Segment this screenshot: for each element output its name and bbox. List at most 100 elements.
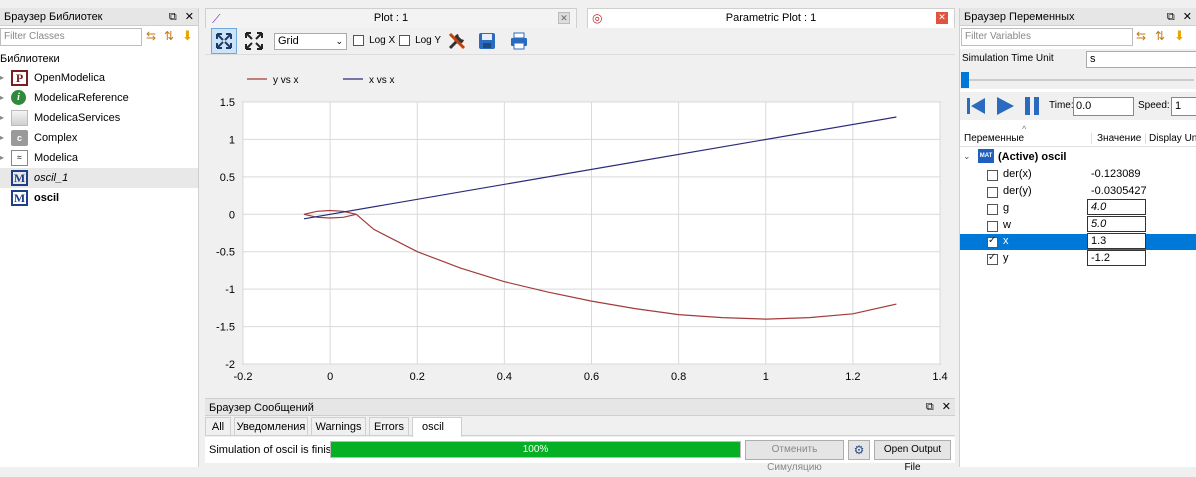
collapse-all-icon[interactable]: ⇆ (146, 29, 156, 43)
float-icon[interactable]: ⧉ (926, 401, 934, 413)
model-m-icon: M (11, 170, 28, 186)
tab-parametric-plot-1[interactable]: ◎ Parametric Plot : 1 ✕ (587, 8, 955, 28)
simulation-settings-button[interactable]: ⚙ (848, 440, 870, 460)
save-button[interactable] (474, 28, 500, 54)
column-display-unit[interactable]: Display Unit (1145, 133, 1196, 144)
close-icon[interactable]: ✕ (1183, 11, 1192, 23)
expand-arrow-icon[interactable]: ▸ (0, 88, 4, 108)
grid-select[interactable]: Grid ⌄ (274, 33, 347, 50)
expand-all-icon[interactable]: ⇅ (1155, 29, 1165, 43)
logy-checkbox[interactable]: Log Y (399, 34, 441, 46)
variable-checkbox[interactable] (987, 186, 998, 198)
variable-checkbox[interactable] (987, 203, 998, 215)
expand-arrow-icon[interactable]: ▸ (0, 148, 4, 168)
print-button[interactable] (506, 28, 532, 54)
collapse-arrow-icon[interactable]: ⌄ (963, 151, 971, 162)
column-value[interactable]: Значение (1091, 133, 1141, 144)
filter-variables-input[interactable]: Filter Variables (961, 28, 1133, 46)
logy-checkbox-box[interactable] (399, 34, 410, 46)
rewind-icon[interactable] (965, 95, 987, 117)
open-output-file-button[interactable]: Open Output File (874, 440, 951, 473)
variables-root-row[interactable]: ⌄ MAT (Active) oscil (960, 148, 1196, 166)
cancel-simulation-button[interactable]: Отменить Симуляцию (745, 440, 844, 473)
slider-track (964, 79, 1194, 81)
plot-tabbar: ⟋ Plot : 1 ✕ ◎ Parametric Plot : 1 ✕ (205, 8, 955, 28)
tab-label: Parametric Plot : 1 (725, 12, 817, 24)
tree-item-modelica[interactable]: ▸ ≈ Modelica (0, 148, 198, 168)
expand-arrow-icon[interactable]: ▸ (0, 128, 4, 148)
simulation-output-row: Simulation of oscil is finished. 100% От… (205, 437, 955, 473)
tab-close-icon[interactable]: ✕ (936, 12, 948, 24)
tab-all[interactable]: All (205, 417, 231, 436)
column-variables[interactable]: Переменные (964, 133, 1024, 144)
tab-warnings[interactable]: Warnings (311, 417, 366, 436)
float-icon[interactable]: ⧉ (169, 11, 177, 23)
y-tick-label: -1.5 (216, 322, 235, 334)
x-tick-label: 1.2 (845, 371, 860, 383)
grid-select-value: Grid (278, 35, 299, 47)
close-icon[interactable]: ✕ (185, 11, 194, 23)
root-label: (Active) oscil (998, 151, 1067, 163)
float-icon[interactable]: ⧉ (1167, 11, 1175, 23)
y-tick-label: 1 (229, 134, 235, 146)
zoom-icon (245, 32, 263, 50)
pause-icon[interactable] (1022, 95, 1044, 117)
logx-checkbox[interactable]: Log X (353, 34, 395, 46)
variable-name: x (1003, 235, 1009, 247)
tree-item-openmodelica[interactable]: ▸ P OpenModelica (0, 68, 198, 88)
tab-plot-1[interactable]: ⟋ Plot : 1 ✕ (205, 8, 577, 28)
tab-notifications[interactable]: Уведомления (234, 417, 308, 436)
variable-checkbox[interactable] (987, 235, 998, 248)
fit-in-view-button[interactable] (211, 28, 237, 54)
variable-row[interactable]: y (960, 250, 1196, 267)
value-input-x[interactable]: 1.3 (1087, 233, 1146, 249)
variables-browser-titlebar: Браузер Переменных ⧉ ✕ (960, 8, 1196, 26)
expand-all-icon[interactable]: ⇅ (164, 29, 174, 43)
time-slider[interactable] (960, 71, 1196, 89)
variable-row-selected[interactable]: x (960, 234, 1196, 250)
variable-checkbox[interactable] (987, 252, 998, 265)
plot-toolbar: Grid ⌄ Log X Log Y (205, 28, 955, 55)
tree-item-oscil-1[interactable]: M oscil_1 (0, 168, 198, 188)
setup-button[interactable] (444, 28, 470, 54)
filter-classes-input[interactable]: Filter Classes (0, 28, 142, 46)
collapse-all-icon[interactable]: ⇆ (1136, 29, 1146, 43)
tab-errors[interactable]: Errors (369, 417, 409, 436)
value-input-y[interactable]: -1.2 (1087, 250, 1146, 266)
variable-checkbox[interactable] (987, 220, 998, 232)
variable-row[interactable]: der(x) -0.123089 (960, 166, 1196, 183)
close-icon[interactable]: ✕ (942, 401, 951, 413)
expand-arrow-icon[interactable]: ▸ (0, 108, 4, 128)
variable-row[interactable]: w (960, 217, 1196, 234)
tree-item-complex[interactable]: ▸ c Complex (0, 128, 198, 148)
logx-checkbox-box[interactable] (353, 34, 364, 46)
library-browser-titlebar: Браузер Библиотек ⧉ ✕ (0, 8, 198, 26)
expand-arrow-icon[interactable]: ▸ (0, 68, 4, 88)
zoom-button[interactable] (241, 28, 267, 54)
x-tick-label: -0.2 (234, 371, 253, 383)
tree-item-modelicaservices[interactable]: ▸ ModelicaServices (0, 108, 198, 128)
speed-select[interactable]: 1 (1171, 97, 1196, 116)
value-input-w[interactable]: 5.0 (1087, 216, 1146, 232)
value-input-g[interactable]: 4.0 (1087, 199, 1146, 215)
tree-item-label: oscil (34, 192, 60, 204)
play-icon[interactable] (994, 95, 1016, 117)
variable-checkbox[interactable] (987, 169, 998, 181)
tab-close-icon[interactable]: ✕ (558, 12, 570, 24)
parametric-plot-svg[interactable]: -0.2 0 0.2 0.4 0.6 0.8 1 1.2 1.4 1.5 1 0.5 0 -0.5 -1 -1… (205, 56, 955, 396)
variable-name: g (1003, 202, 1010, 214)
variable-row[interactable]: der(y) -0.0305427 (960, 183, 1196, 200)
time-unit-label: Simulation Time Unit (962, 53, 1054, 64)
plot-area[interactable]: -0.2 0 0.2 0.4 0.6 0.8 1 1.2 1.4 1.5 1 0.5 0 -0.5 -1 -1… (205, 56, 955, 396)
time-input[interactable]: 0.0 (1073, 97, 1134, 116)
tree-item-modelicareference[interactable]: ▸ i ModelicaReference (0, 88, 198, 108)
scroll-down-icon[interactable]: ⬇ (182, 28, 193, 44)
speed-label: Speed: (1138, 100, 1170, 111)
tab-oscil[interactable]: oscil ✕ (412, 417, 462, 452)
variables-browser-title: Браузер Переменных (964, 11, 1075, 23)
variable-row[interactable]: g (960, 200, 1196, 217)
tree-item-oscil[interactable]: M oscil (0, 188, 198, 208)
slider-handle[interactable] (961, 72, 969, 88)
scroll-down-icon[interactable]: ⬇ (1174, 28, 1185, 44)
time-unit-select[interactable]: s (1086, 51, 1196, 68)
